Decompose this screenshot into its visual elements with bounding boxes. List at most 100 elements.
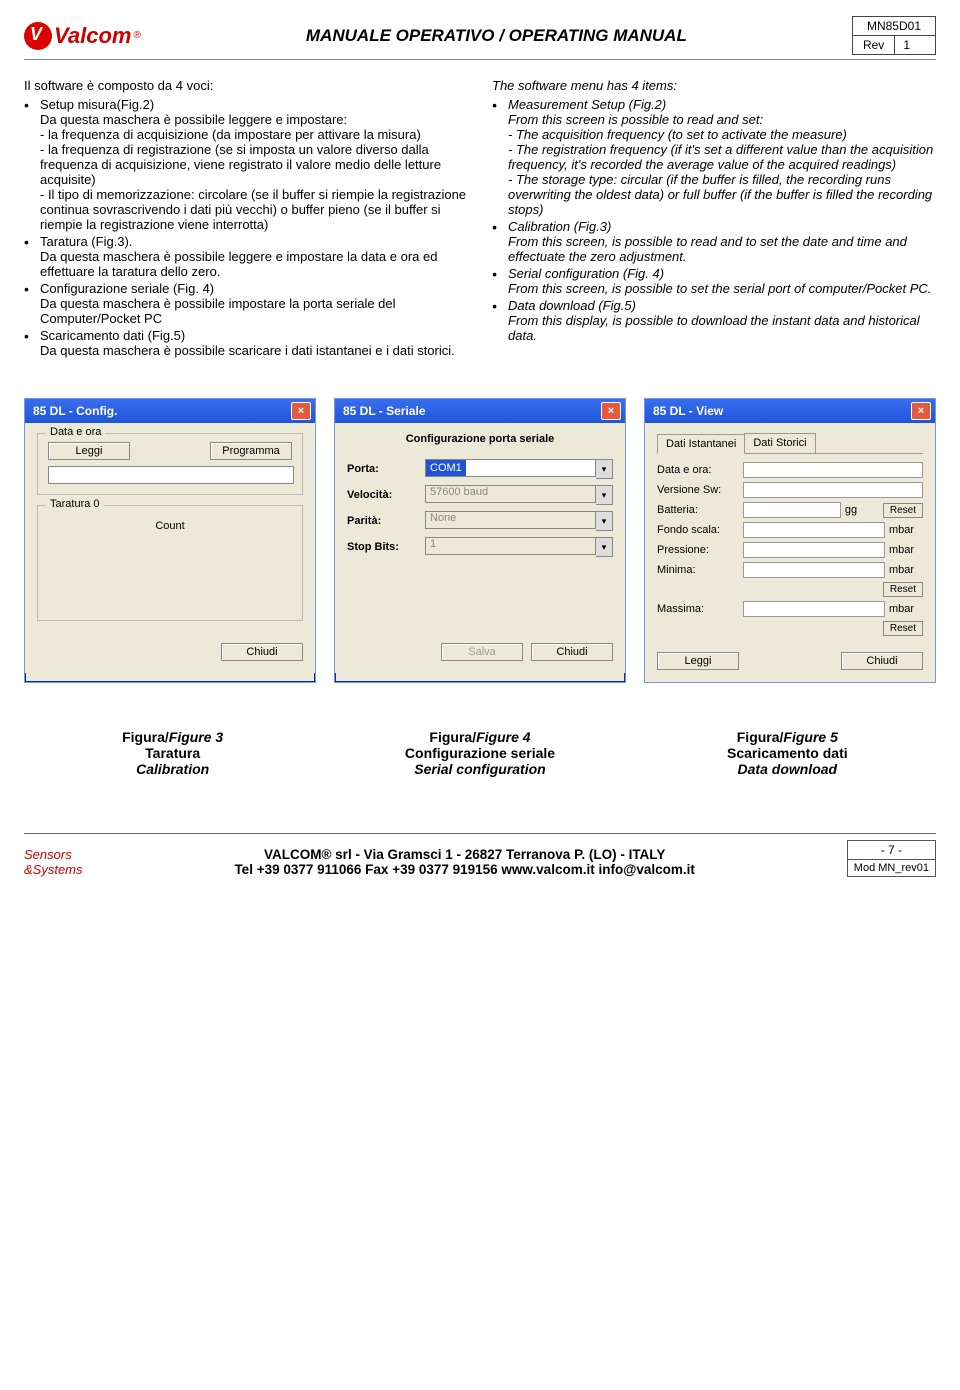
- item-body: Da questa maschera è possibile leggere e…: [40, 112, 466, 232]
- caption-3: Figura/Figure 3 Taratura Calibration: [24, 729, 321, 777]
- titlebar[interactable]: 85 DL - View ×: [645, 399, 935, 423]
- chevron-down-icon[interactable]: ▾: [596, 459, 613, 479]
- dataora-label: Data e ora:: [657, 464, 739, 476]
- unit-mbar: mbar: [889, 603, 923, 615]
- porta-combo[interactable]: COM1 ▾: [425, 459, 613, 479]
- unit-gg: gg: [845, 504, 879, 516]
- figure-captions: Figura/Figure 3 Taratura Calibration Fig…: [24, 729, 936, 777]
- intro-text: Il software è composto da 4 voci:: [24, 78, 468, 93]
- window-seriale: 85 DL - Seriale × Configurazione porta s…: [334, 398, 626, 683]
- caption-5: Figura/Figure 5 Scaricamento dati Data d…: [639, 729, 936, 777]
- list-item: Taratura (Fig.3). Da questa maschera è p…: [24, 234, 468, 279]
- content-columns: Il software è composto da 4 voci: Setup …: [24, 78, 936, 362]
- page-header: Valcom® MANUALE OPERATIVO / OPERATING MA…: [24, 16, 936, 60]
- parita-label: Parità:: [347, 515, 417, 527]
- item-title: Calibration (Fig.3): [508, 219, 611, 234]
- leggi-button[interactable]: Leggi: [48, 442, 130, 460]
- item-body: Da questa maschera è possibile scaricare…: [40, 343, 455, 358]
- window-config: 85 DL - Config. × Data e ora Leggi Progr…: [24, 398, 316, 683]
- item-title: Data download (Fig.5): [508, 298, 636, 313]
- list-item: Measurement Setup (Fig.2) From this scre…: [492, 97, 936, 217]
- manual-title: MANUALE OPERATIVO / OPERATING MANUAL: [141, 26, 852, 46]
- batteria-value: [743, 502, 841, 518]
- stopbits-label: Stop Bits:: [347, 541, 417, 553]
- caption-title: Figura/Figure 5: [737, 729, 838, 745]
- tab-dati-istantanei[interactable]: Dati Istantanei: [657, 434, 745, 454]
- titlebar[interactable]: 85 DL - Seriale ×: [335, 399, 625, 423]
- parita-combo[interactable]: None▾: [425, 511, 613, 531]
- footer-address: VALCOM® srl - Via Gramsci 1 - 26827 Terr…: [99, 847, 831, 877]
- item-title: Serial configuration (Fig. 4): [508, 266, 664, 281]
- stopbits-combo[interactable]: 1▾: [425, 537, 613, 557]
- close-icon[interactable]: ×: [291, 402, 311, 420]
- item-title: Configurazione seriale (Fig. 4): [40, 281, 214, 296]
- rev-number: 1: [895, 36, 918, 54]
- count-label: Count: [48, 520, 292, 532]
- close-icon[interactable]: ×: [601, 402, 621, 420]
- reset-button[interactable]: Reset: [883, 582, 923, 597]
- tab-bar: Dati Istantanei Dati Storici: [657, 433, 923, 454]
- velocita-value: 57600 baud: [425, 485, 596, 503]
- velocita-combo[interactable]: 57600 baud▾: [425, 485, 613, 505]
- window-view: 85 DL - View × Dati Istantanei Dati Stor…: [644, 398, 936, 683]
- doc-id-box: MN85D01 Rev 1: [852, 16, 936, 55]
- unit-mbar: mbar: [889, 544, 923, 556]
- item-body: From this screen, is possible to set the…: [508, 281, 931, 296]
- leggi-button[interactable]: Leggi: [657, 652, 739, 670]
- dialog-heading: Configurazione porta seriale: [347, 433, 613, 445]
- salva-button[interactable]: Salva: [441, 643, 523, 661]
- logo: Valcom®: [24, 22, 141, 50]
- item-body: From this screen, is possible to read an…: [508, 234, 907, 264]
- sensors-systems-logo: Sensors &Systems: [24, 848, 83, 877]
- chiudi-button[interactable]: Chiudi: [841, 652, 923, 670]
- window-title: 85 DL - Seriale: [343, 404, 426, 418]
- porta-value: COM1: [426, 460, 466, 476]
- item-body: From this display, is possible to downlo…: [508, 313, 920, 343]
- list-item: Data download (Fig.5) From this display,…: [492, 298, 936, 343]
- titlebar[interactable]: 85 DL - Config. ×: [25, 399, 315, 423]
- registered-icon: ®: [133, 30, 140, 41]
- tab-dati-storici[interactable]: Dati Storici: [744, 433, 815, 453]
- list-item: Configurazione seriale (Fig. 4) Da quest…: [24, 281, 468, 326]
- pressione-label: Pressione:: [657, 544, 739, 556]
- list-item: Scaricamento dati (Fig.5) Da questa masc…: [24, 328, 468, 358]
- velocita-label: Velocità:: [347, 489, 417, 501]
- massima-label: Massima:: [657, 603, 739, 615]
- versione-label: Versione Sw:: [657, 484, 739, 496]
- reset-button[interactable]: Reset: [883, 503, 923, 518]
- list-item: Serial configuration (Fig. 4) From this …: [492, 266, 936, 296]
- item-body: From this screen is possible to read and…: [508, 112, 933, 217]
- close-icon[interactable]: ×: [911, 402, 931, 420]
- caption-en: Calibration: [24, 761, 321, 777]
- list-item: Calibration (Fig.3) From this screen, is…: [492, 219, 936, 264]
- item-body: Da questa maschera è possibile leggere e…: [40, 249, 437, 279]
- page-footer: Sensors &Systems VALCOM® srl - Via Grams…: [24, 833, 936, 877]
- chevron-down-icon: ▾: [596, 511, 613, 531]
- item-title: Taratura (Fig.3).: [40, 234, 132, 249]
- rev-label: Rev: [853, 36, 895, 54]
- caption-it: Scaricamento dati: [639, 745, 936, 761]
- unit-mbar: mbar: [889, 564, 923, 576]
- chiudi-button[interactable]: Chiudi: [531, 643, 613, 661]
- groupbox-datetime: Data e ora Leggi Programma: [37, 433, 303, 495]
- caption-it: Taratura: [24, 745, 321, 761]
- logo-mark-icon: [24, 22, 52, 50]
- minima-value: [743, 562, 885, 578]
- chevron-down-icon: ▾: [596, 485, 613, 505]
- page-number: - 7 -: [847, 840, 936, 859]
- group-title: Taratura 0: [46, 498, 104, 510]
- item-title: Scaricamento dati (Fig.5): [40, 328, 185, 343]
- datetime-input[interactable]: [48, 466, 294, 484]
- pressione-value: [743, 542, 885, 558]
- reset-button[interactable]: Reset: [883, 621, 923, 636]
- mod-number: Mod MN_rev01: [847, 859, 936, 877]
- chevron-down-icon: ▾: [596, 537, 613, 557]
- window-title: 85 DL - Config.: [33, 404, 117, 418]
- programma-button[interactable]: Programma: [210, 442, 292, 460]
- group-title: Data e ora: [46, 426, 105, 438]
- item-body: Da questa maschera è possibile impostare…: [40, 296, 396, 326]
- italian-column: Il software è composto da 4 voci: Setup …: [24, 78, 468, 362]
- caption-en: Serial configuration: [331, 761, 628, 777]
- chiudi-button[interactable]: Chiudi: [221, 643, 303, 661]
- list-item: Setup misura(Fig.2) Da questa maschera è…: [24, 97, 468, 232]
